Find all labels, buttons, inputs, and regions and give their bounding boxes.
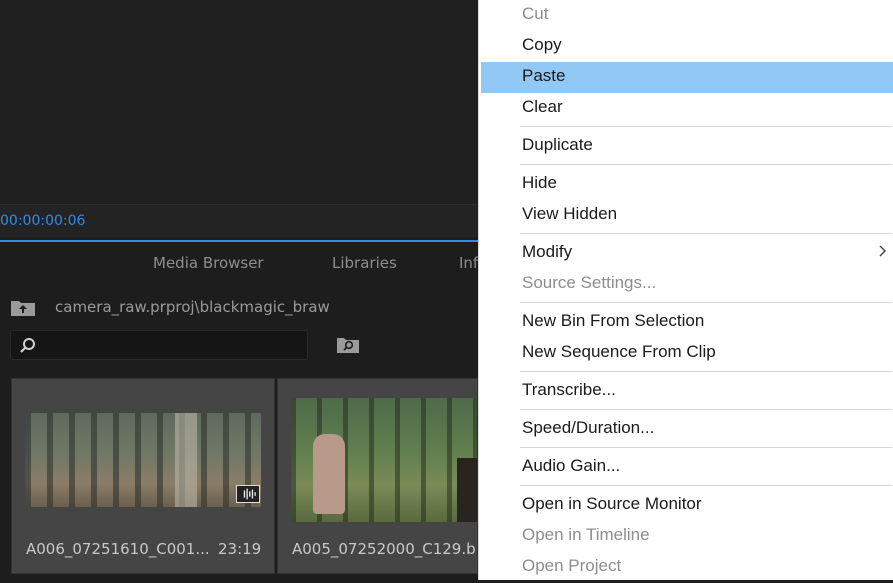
menu-item-source-settings[interactable]: Source Settings... bbox=[481, 269, 893, 300]
folder-up-icon[interactable] bbox=[10, 297, 36, 317]
clip-duration: 23:19 bbox=[218, 540, 262, 558]
clip-thumbnail-card[interactable]: A005_07252000_C129.b... bbox=[277, 378, 478, 574]
search-icon bbox=[20, 338, 35, 353]
search-input[interactable] bbox=[47, 335, 301, 357]
tab-media-browser[interactable]: Media Browser bbox=[153, 254, 264, 272]
menu-separator bbox=[520, 126, 892, 127]
menu-item-label: Transcribe... bbox=[522, 380, 616, 399]
menu-item-open-in-source-monitor[interactable]: Open in Source Monitor bbox=[481, 490, 893, 521]
menu-separator bbox=[520, 485, 892, 486]
clip-thumbnail-card[interactable]: A006_07251610_C001... 23:19 bbox=[11, 378, 275, 574]
menu-item-duplicate[interactable]: Duplicate bbox=[481, 131, 893, 162]
menu-item-label: New Sequence From Clip bbox=[522, 342, 716, 361]
menu-separator bbox=[520, 302, 892, 303]
menu-item-cut[interactable]: Cut bbox=[481, 0, 893, 31]
menu-item-copy[interactable]: Copy bbox=[481, 31, 893, 62]
context-menu: Cut Copy Paste Clear Duplicate Hide View… bbox=[478, 0, 893, 580]
menu-item-paste[interactable]: Paste bbox=[481, 62, 893, 93]
clip-name: A006_07251610_C001... bbox=[26, 540, 210, 558]
menu-item-label: New Bin From Selection bbox=[522, 311, 705, 330]
menu-item-view-hidden[interactable]: View Hidden bbox=[481, 200, 893, 231]
menu-item-label: Paste bbox=[522, 66, 566, 85]
menu-item-open-project[interactable]: Open Project bbox=[481, 552, 893, 583]
menu-item-new-sequence-from-clip[interactable]: New Sequence From Clip bbox=[481, 338, 893, 369]
project-panel: Media Browser Libraries Inf camera_raw.p… bbox=[0, 242, 478, 580]
timecode[interactable]: 00:00:00:06 bbox=[0, 213, 85, 229]
clip-thumbnail bbox=[291, 398, 477, 522]
menu-item-open-in-timeline[interactable]: Open in Timeline bbox=[481, 521, 893, 552]
menu-item-clear[interactable]: Clear bbox=[481, 93, 893, 124]
search-box[interactable] bbox=[10, 330, 308, 360]
menu-item-label: Clear bbox=[522, 97, 563, 116]
tab-info[interactable]: Inf bbox=[459, 254, 478, 272]
menu-item-label: Speed/Duration... bbox=[522, 418, 655, 437]
chevron-right-icon bbox=[879, 245, 886, 257]
clip-name: A005_07252000_C129.b... bbox=[292, 540, 478, 558]
monitor-time-bar: 00:00:00:06 bbox=[0, 204, 478, 237]
project-panel-area: 00:00:00:06 Media Browser Libraries Inf … bbox=[0, 0, 478, 580]
menu-item-label: Open in Timeline bbox=[522, 525, 650, 544]
menu-item-label: Hide bbox=[522, 173, 557, 192]
breadcrumb: camera_raw.prproj\blackmagic_braw bbox=[55, 298, 330, 316]
menu-item-audio-gain[interactable]: Audio Gain... bbox=[481, 452, 893, 483]
clip-thumbnail bbox=[25, 413, 261, 507]
menu-item-label: Duplicate bbox=[522, 135, 593, 154]
find-folder-icon[interactable] bbox=[336, 335, 360, 355]
menu-separator bbox=[520, 447, 892, 448]
menu-item-label: Source Settings... bbox=[522, 273, 657, 292]
menu-separator bbox=[520, 371, 892, 372]
menu-item-hide[interactable]: Hide bbox=[481, 169, 893, 200]
tab-libraries[interactable]: Libraries bbox=[332, 254, 397, 272]
menu-item-label: View Hidden bbox=[522, 204, 618, 223]
menu-item-label: Copy bbox=[522, 35, 562, 54]
menu-separator bbox=[520, 164, 892, 165]
audio-waveform-icon bbox=[236, 485, 260, 503]
menu-item-label: Audio Gain... bbox=[522, 456, 621, 475]
menu-item-transcribe[interactable]: Transcribe... bbox=[481, 376, 893, 407]
menu-item-speed-duration[interactable]: Speed/Duration... bbox=[481, 414, 893, 445]
menu-item-label: Open in Source Monitor bbox=[522, 494, 702, 513]
menu-item-label: Modify bbox=[522, 242, 573, 261]
menu-item-label: Open Project bbox=[522, 556, 622, 575]
menu-separator bbox=[520, 409, 892, 410]
menu-item-modify[interactable]: Modify bbox=[481, 238, 893, 269]
menu-item-label: Cut bbox=[522, 4, 549, 23]
menu-item-new-bin-from-selection[interactable]: New Bin From Selection bbox=[481, 307, 893, 338]
program-monitor bbox=[0, 0, 478, 204]
menu-separator bbox=[520, 233, 892, 234]
